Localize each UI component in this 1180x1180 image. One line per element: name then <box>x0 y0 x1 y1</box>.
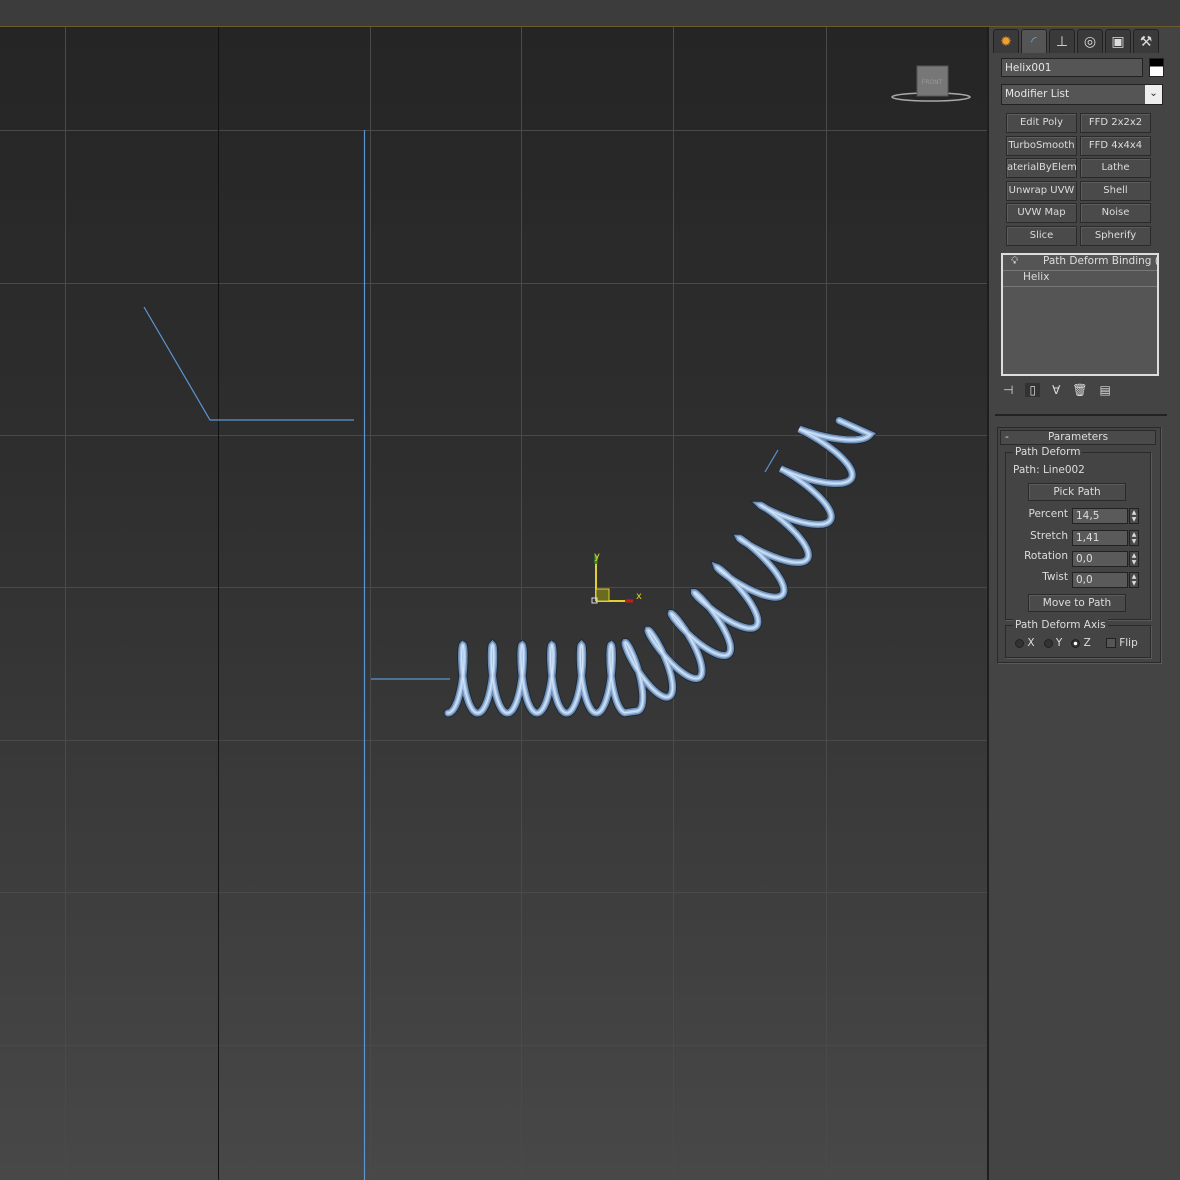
stack-item[interactable]: Helix <box>1003 271 1157 287</box>
parameters-rollout: - Parameters Path Deform Path: Line002 Pi… <box>997 427 1161 663</box>
helix-object <box>443 416 878 718</box>
pin-stack-icon[interactable]: ⊣ <box>1003 383 1013 397</box>
motion-tab[interactable]: ◎ <box>1077 29 1103 53</box>
hierarchy-icon: ⊥ <box>1055 33 1069 50</box>
rotation-input[interactable]: 0,0 <box>1072 551 1128 567</box>
front-viewport[interactable]: y x FRONT <box>0 27 987 1180</box>
rotation-spinner[interactable]: ▲ ▼ <box>1129 551 1139 567</box>
modifier-button[interactable]: Lathe <box>1080 158 1151 178</box>
svg-text:y: y <box>594 551 600 562</box>
modify-icon: ◜ <box>1031 33 1037 50</box>
modifier-button[interactable]: Slice <box>1006 225 1077 246</box>
create-icon: ✹ <box>1000 33 1012 50</box>
modifier-stack[interactable]: 💡︎Path Deform Binding (WSM) Helix <box>1001 253 1159 376</box>
command-panel: ✹ ◜ ⊥ ◎ ▣ ⚒ Helix001 Modifier List ⌄ Edi… <box>987 27 1180 1180</box>
pick-path-button[interactable]: Pick Path <box>1028 483 1126 501</box>
parameters-header[interactable]: - Parameters <box>1000 430 1156 445</box>
divider <box>995 414 1167 416</box>
axis-x-radio[interactable]: X <box>1015 637 1035 649</box>
display-tab[interactable]: ▣ <box>1105 29 1131 53</box>
modifier-button[interactable]: TurboSmooth <box>1006 135 1077 156</box>
twist-spinner[interactable]: ▲ ▼ <box>1129 572 1139 588</box>
modifier-button[interactable]: FFD 2x2x2 <box>1080 113 1151 133</box>
modifier-list-dropdown[interactable]: Modifier List ⌄ <box>1001 84 1163 105</box>
axis-y-radio[interactable]: Y <box>1043 637 1062 649</box>
chevron-down-icon: ⌄ <box>1145 85 1162 104</box>
viewcube[interactable]: FRONT <box>891 65 971 102</box>
modifier-button[interactable]: Shell <box>1080 180 1151 201</box>
helix-coil <box>444 417 876 717</box>
object-name-input[interactable]: Helix001 <box>1001 58 1143 77</box>
create-tab[interactable]: ✹ <box>993 29 1019 53</box>
modifier-button[interactable]: aterialByElemen <box>1006 158 1077 178</box>
utilities-icon: ⚒ <box>1139 33 1153 50</box>
modify-tab[interactable]: ◜ <box>1021 29 1047 53</box>
axis-z-radio[interactable]: Z <box>1071 637 1091 649</box>
helix-coil <box>447 419 872 714</box>
hierarchy-tab[interactable]: ⊥ <box>1049 29 1075 53</box>
helix-coil <box>446 418 874 716</box>
remove-modifier-icon[interactable]: 🗑︎ <box>1072 383 1087 397</box>
svg-text:FRONT: FRONT <box>922 79 943 86</box>
motion-icon: ◎ <box>1083 33 1097 50</box>
percent-input[interactable]: 14,5 <box>1072 508 1128 524</box>
helix-coil <box>443 416 878 718</box>
stack-item[interactable]: 💡︎Path Deform Binding (WSM) <box>1003 255 1157 271</box>
transform-gizmo: y x <box>591 551 642 604</box>
object-color-swatch[interactable] <box>1149 58 1164 77</box>
lightbulb-icon: 💡︎ <box>1011 255 1019 267</box>
configure-sets-icon[interactable]: ▤ <box>1100 383 1111 397</box>
utilities-tab[interactable]: ⚒ <box>1133 29 1159 53</box>
display-icon: ▣ <box>1111 33 1125 50</box>
modifier-button[interactable]: Unwrap UVW <box>1006 180 1077 201</box>
stretch-spinner[interactable]: ▲ ▼ <box>1129 530 1139 546</box>
modifier-button[interactable]: UVW Map <box>1006 203 1077 223</box>
stretch-input[interactable]: 1,41 <box>1072 530 1128 546</box>
modifier-button[interactable]: FFD 4x4x4 <box>1080 135 1151 156</box>
move-to-path-button[interactable]: Move to Path <box>1028 594 1126 612</box>
show-end-result-icon[interactable]: ▯ <box>1025 383 1041 397</box>
top-toolbar <box>0 0 1180 27</box>
percent-spinner[interactable]: ▲ ▼ <box>1129 508 1139 524</box>
twist-input[interactable]: 0,0 <box>1072 572 1128 588</box>
modifier-button[interactable]: Edit Poly <box>1006 113 1077 133</box>
modifier-button[interactable]: Noise <box>1080 203 1151 223</box>
path-label: Path: Line002 <box>1013 464 1085 476</box>
svg-text:x: x <box>636 591 642 602</box>
modifier-button[interactable]: Spherify <box>1080 225 1151 246</box>
viewport-grid: y x FRONT <box>0 27 987 1180</box>
flip-checkbox[interactable]: Flip <box>1105 637 1138 649</box>
make-unique-icon[interactable]: ∀ <box>1052 383 1060 397</box>
